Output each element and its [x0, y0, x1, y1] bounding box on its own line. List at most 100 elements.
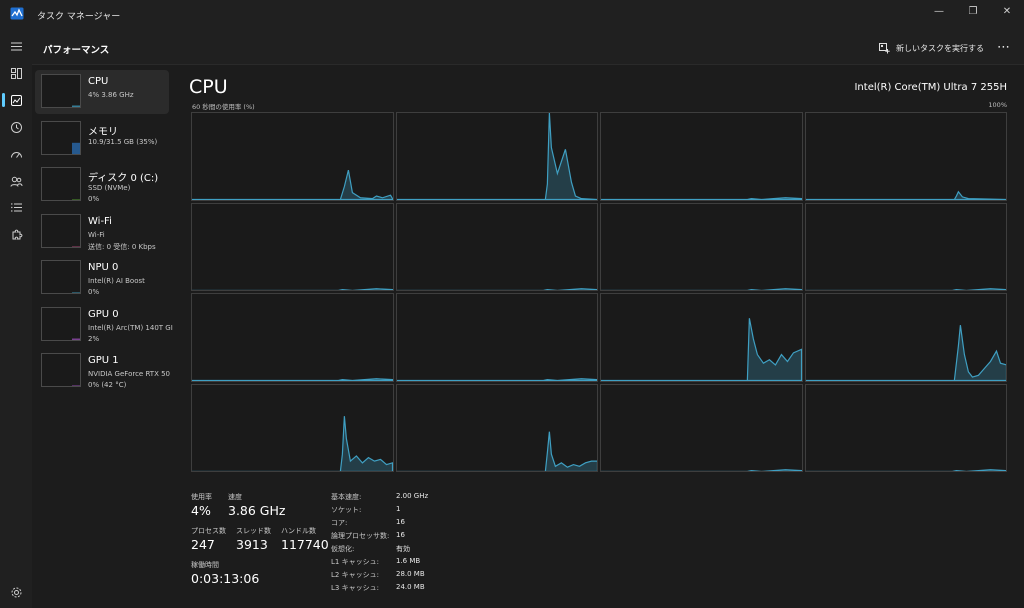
- resource-thumbnail-graph: [41, 353, 81, 387]
- resource-thumbnail-graph: [41, 306, 81, 341]
- resource-detail: SSD (NVMe): [88, 184, 131, 192]
- resource-thumbnail-graph: [41, 120, 81, 155]
- cpu-model: Intel(R) Core(TM) Ultra 7 255H: [854, 82, 1007, 93]
- resource-thumbnail-graph: [41, 167, 81, 201]
- cpu-core-graph: [191, 202, 394, 291]
- minimize-icon: —: [934, 5, 944, 17]
- run-new-task-button[interactable]: 新しいタスクを実行する: [879, 39, 984, 57]
- resource-detail: 2%: [88, 334, 100, 343]
- resource-thumbnail-graph: [41, 213, 81, 248]
- spec-key: L3 キャッシュ:: [331, 584, 379, 592]
- cpu-core-graph: [804, 383, 1007, 472]
- cpu-core-graph: [804, 293, 1007, 382]
- nav-users[interactable]: [0, 169, 32, 193]
- resource-item-5[interactable]: GPU 0 Intel(R) Arc(TM) 140T GI 2%: [35, 303, 173, 347]
- spec-value: 28.0 MB: [396, 570, 425, 578]
- thumbnail-level-mark: [72, 105, 80, 107]
- cpu-usage-series: [601, 198, 802, 200]
- resource-detail: Intel(R) Arc(TM) 140T GI: [88, 323, 173, 332]
- nav-performance[interactable]: [0, 88, 32, 112]
- resource-detail: Wi-Fi: [88, 230, 105, 239]
- run-task-icon: [879, 42, 890, 53]
- cpu-core-graph: [395, 293, 598, 382]
- maximize-icon: ❐: [968, 5, 978, 17]
- cpu-core-graph: [191, 383, 394, 472]
- resource-detail: NVIDIA GeForce RTX 50: [88, 370, 171, 378]
- threads-label: スレッド数: [236, 527, 271, 535]
- thumbnail-level-mark: [72, 338, 80, 340]
- speed-value: 3.86 GHz: [228, 503, 286, 518]
- cpu-usage-series: [601, 318, 802, 381]
- graph-max-label: 100%: [988, 101, 1007, 109]
- nav-processes[interactable]: [0, 61, 32, 85]
- performance-icon: [10, 94, 22, 106]
- speedometer-icon: [10, 151, 22, 158]
- navigation-rail: [0, 30, 32, 608]
- graph-caption: 60 秒間の使用率 (%): [192, 103, 255, 111]
- resource-name: ディスク 0 (C:): [88, 173, 159, 184]
- users-icon: [10, 176, 22, 187]
- cpu-core-graph: [600, 202, 803, 291]
- cpu-usage-series: [396, 288, 597, 290]
- resource-detail: 10.9/31.5 GB (35%): [88, 137, 158, 146]
- close-button[interactable]: ✕: [990, 0, 1024, 22]
- resource-name: NPU 0: [88, 262, 119, 273]
- resource-item-1[interactable]: メモリ 10.9/31.5 GB (35%): [35, 117, 169, 161]
- thumbnail-level-mark: [72, 199, 80, 200]
- details-list-icon: [10, 202, 22, 212]
- resource-item-3[interactable]: Wi-Fi Wi-Fi 送信: 0 受信: 0 Kbps: [35, 210, 169, 254]
- cpu-usage-series: [805, 325, 1006, 381]
- cpu-core-graph: [600, 112, 803, 201]
- cpu-usage-series: [805, 288, 1006, 290]
- nav-details[interactable]: [0, 195, 32, 219]
- resource-thumbnail-graph: [41, 74, 81, 108]
- spec-key: L1 キャッシュ:: [331, 558, 379, 566]
- page-title: パフォーマンス: [43, 45, 110, 56]
- cpu-usage-series: [396, 113, 597, 200]
- minimize-button[interactable]: —: [922, 0, 956, 22]
- resource-item-4[interactable]: NPU 0 Intel(R) AI Boost 0%: [35, 256, 169, 300]
- cpu-core-graph: [395, 383, 598, 472]
- cpu-usage-series: [601, 288, 802, 290]
- resource-detail: 4% 3.86 GHz: [88, 91, 134, 99]
- resource-detail: 0%: [88, 195, 100, 203]
- cpu-detail-panel: CPU Intel(R) Core(TM) Ultra 7 255H 60 秒間…: [175, 65, 1024, 608]
- cpu-usage-series: [601, 469, 802, 471]
- page-header: パフォーマンス 新しいタスクを実行する ⋯: [32, 30, 1024, 65]
- usage-value: 4%: [191, 503, 211, 518]
- speed-label: 速度: [228, 493, 242, 501]
- spec-key: L2 キャッシュ:: [331, 571, 379, 579]
- nav-services[interactable]: [0, 222, 32, 246]
- resource-name: Wi-Fi: [88, 215, 112, 227]
- resource-name: GPU 0: [88, 308, 119, 320]
- nav-startup-apps[interactable]: [0, 142, 32, 166]
- thumbnail-level-mark: [72, 292, 80, 293]
- spec-key: コア:: [331, 519, 348, 527]
- processes-icon: [10, 67, 22, 79]
- cpu-core-graph: [804, 112, 1007, 201]
- resource-item-6[interactable]: GPU 1 NVIDIA GeForce RTX 50 0% (42 °C): [35, 349, 171, 393]
- spec-value: 有効: [396, 545, 410, 553]
- resource-item-0[interactable]: CPU 4% 3.86 GHz: [35, 70, 169, 114]
- nav-app-history[interactable]: [0, 115, 32, 139]
- maximize-button[interactable]: ❐: [956, 0, 990, 22]
- spec-value: 1.6 MB: [396, 557, 421, 565]
- spec-value: 16: [396, 518, 405, 526]
- cpu-core-graph: [191, 293, 394, 382]
- cpu-core-graph: [395, 202, 598, 291]
- cpu-usage-series: [805, 469, 1006, 471]
- more-options-button[interactable]: ⋯: [994, 37, 1014, 57]
- cpu-usage-series: [805, 192, 1006, 200]
- resource-detail: 送信: 0 受信: 0 Kbps: [88, 242, 156, 251]
- title-bar: タスク マネージャー — ❐ ✕: [0, 0, 1024, 30]
- thumbnail-level-mark: [72, 142, 80, 154]
- handles-value: 117740: [281, 537, 329, 552]
- run-new-task-label: 新しいタスクを実行する: [896, 43, 984, 53]
- resource-item-2[interactable]: ディスク 0 (C:) SSD (NVMe) 0%: [35, 163, 169, 207]
- cpu-core-graph: [191, 112, 394, 201]
- cpu-usage-series: [192, 416, 393, 471]
- hamburger-menu-button[interactable]: [0, 34, 32, 58]
- cpu-usage-series: [192, 379, 393, 381]
- more-icon: ⋯: [997, 39, 1011, 55]
- nav-settings[interactable]: [0, 580, 32, 604]
